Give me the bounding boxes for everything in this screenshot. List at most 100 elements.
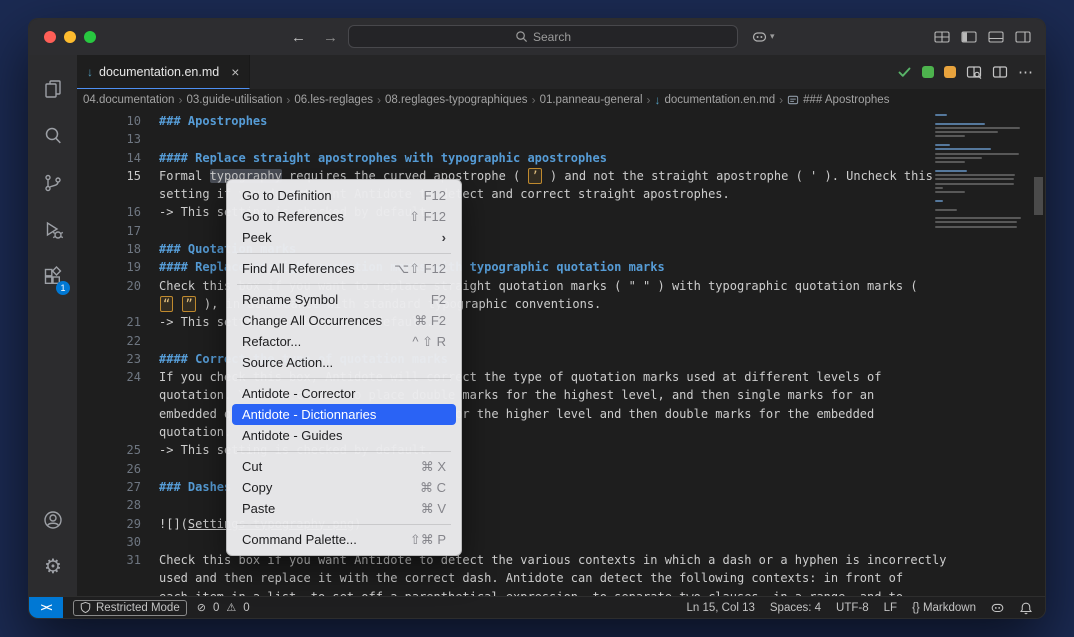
line-number: 27	[77, 478, 141, 496]
sidebar-item-extensions[interactable]: 1	[29, 253, 77, 300]
menu-item-source-action[interactable]: Source Action...	[232, 352, 456, 373]
editor-line[interactable]: used and then replace it with the correc…	[77, 569, 935, 587]
line-number: 20	[77, 277, 141, 295]
statusbar-item[interactable]: Spaces: 4	[770, 602, 821, 614]
editor-line[interactable]: 30	[77, 533, 935, 551]
editor-line[interactable]: 20Check this box if you want to replace …	[77, 277, 935, 295]
minimize-window-button[interactable]	[64, 31, 76, 43]
editor-line[interactable]: 18### Quotation marks	[77, 240, 935, 258]
statusbar-right-items: Ln 15, Col 13 Spaces: 4 UTF-8 LF {} Markdown	[686, 602, 976, 614]
editor-line[interactable]: 13	[77, 130, 935, 148]
editor-line[interactable]: 25-> This setting is checked by default.	[77, 441, 935, 459]
minimap[interactable]	[935, 114, 1027, 230]
editor-line[interactable]: 14#### Replace straight apostrophes with…	[77, 149, 935, 167]
command-center-search[interactable]: Search	[348, 25, 738, 48]
line-number	[77, 386, 141, 404]
statusbar-item[interactable]: Ln 15, Col 13	[686, 602, 754, 614]
scrollbar-thumb[interactable]	[1034, 177, 1043, 215]
editor-line[interactable]: quotation. You can choose to place doubl…	[77, 386, 935, 404]
problems-status[interactable]: ⊘ 0 ⚠ 0	[197, 601, 252, 614]
editor-line[interactable]: 17	[77, 222, 935, 240]
close-tab-icon[interactable]: ×	[231, 64, 239, 80]
editor[interactable]: 10### Apostrophes1314#### Replace straig…	[77, 111, 1045, 596]
zoom-window-button[interactable]	[84, 31, 96, 43]
account-icon	[42, 509, 64, 531]
editor-line[interactable]: 16-> This setting is checked by default.	[77, 203, 935, 221]
breadcrumb-item[interactable]: 01.panneau-general	[540, 94, 643, 106]
menu-item-copy[interactable]: Copy⌘ C	[232, 477, 456, 498]
toggle-primary-sidebar-button[interactable]	[961, 31, 977, 43]
open-preview-button[interactable]	[966, 65, 982, 80]
breadcrumb-item[interactable]: 04.documentation	[83, 94, 174, 106]
menu-item-antidote-corrector[interactable]: Antidote - Corrector	[232, 383, 456, 404]
copilot-status-button[interactable]	[990, 600, 1005, 615]
menu-item-command-palette[interactable]: Command Palette...⇧⌘ P	[232, 529, 456, 550]
breadcrumb-separator-icon: ›	[532, 93, 536, 107]
editor-line[interactable]: quotation.	[77, 423, 935, 441]
menu-item-go-to-definition[interactable]: Go to DefinitionF12	[232, 185, 456, 206]
sidebar-item-source-control[interactable]	[29, 159, 77, 206]
statusbar-item[interactable]: UTF-8	[836, 602, 869, 614]
editor-line[interactable]: 24If you check this box, Antidote will c…	[77, 368, 935, 386]
close-window-button[interactable]	[44, 31, 56, 43]
line-number	[77, 185, 141, 203]
menu-item-peek[interactable]: Peek›	[232, 227, 456, 248]
menu-item-cut[interactable]: Cut⌘ X	[232, 456, 456, 477]
menu-item-go-to-references[interactable]: Go to References⇧ F12	[232, 206, 456, 227]
menu-item-refactor[interactable]: Refactor...^ ⇧ R	[232, 331, 456, 352]
menu-item-change-all-occurrences[interactable]: Change All Occurrences⌘ F2	[232, 310, 456, 331]
toggle-secondary-sidebar-button[interactable]	[1015, 31, 1031, 43]
editor-line[interactable]: 31Check this box if you want Antidote to…	[77, 551, 935, 569]
orange-square-button[interactable]	[944, 66, 956, 78]
restricted-mode-badge[interactable]: Restricted Mode	[73, 600, 187, 616]
customize-layout-button[interactable]	[934, 31, 950, 43]
editor-line[interactable]: 19#### Replace straight quotation marks …	[77, 258, 935, 276]
copilot-menu-button[interactable]: ▾	[751, 28, 775, 45]
menu-item-paste[interactable]: Paste⌘ V	[232, 498, 456, 519]
split-editor-button[interactable]	[992, 65, 1008, 80]
back-button[interactable]: ←	[291, 29, 306, 46]
menu-item-rename-symbol[interactable]: Rename SymbolF2	[232, 289, 456, 310]
menu-separator	[237, 524, 451, 525]
editor-line[interactable]: 10### Apostrophes	[77, 112, 935, 130]
notifications-bell-button[interactable]	[1019, 601, 1033, 615]
editor-line[interactable]: 28	[77, 496, 935, 514]
line-number: 10	[77, 112, 141, 130]
more-actions-button[interactable]: ⋯	[1018, 63, 1033, 81]
breadcrumb-symbol[interactable]: ### Apostrophes	[787, 94, 889, 106]
menu-item-antidote-guides[interactable]: Antidote - Guides	[232, 425, 456, 446]
editor-line[interactable]: 23#### Correct the type of quotation mar…	[77, 350, 935, 368]
remote-indicator[interactable]: ><	[29, 597, 63, 618]
breadcrumb-item[interactable]: 06.les-reglages	[294, 94, 373, 106]
editor-line[interactable]: each item in a list, to set off a parent…	[77, 588, 935, 596]
sidebar-item-settings[interactable]: ⚙	[29, 543, 77, 590]
sidebar-item-account[interactable]	[29, 496, 77, 543]
tab-documentation[interactable]: ↓ documentation.en.md ×	[77, 55, 250, 89]
menu-item-find-all-references[interactable]: Find All References⌥⇧ F12	[232, 258, 456, 279]
editor-line[interactable]: 29![](Settings-typography.png)	[77, 515, 935, 533]
sidebar-item-search[interactable]	[29, 112, 77, 159]
warning-count: 0	[243, 602, 249, 614]
sidebar-item-run-debug[interactable]	[29, 206, 77, 253]
green-square-button[interactable]	[922, 66, 934, 78]
breadcrumb-file[interactable]: ↓documentation.en.md	[655, 93, 776, 107]
editor-line[interactable]: 21-> This setting is checked by default.	[77, 313, 935, 331]
editor-line[interactable]: 15Formal typography requires the curved …	[77, 167, 935, 185]
sidebar-item-explorer[interactable]	[29, 65, 77, 112]
editor-line[interactable]: setting if you do not want Antidote to d…	[77, 185, 935, 203]
statusbar-item[interactable]: LF	[884, 602, 897, 614]
editor-line[interactable]: 27### Dashes	[77, 478, 935, 496]
editor-line[interactable]: embedded quotation, or use single marks …	[77, 405, 935, 423]
editor-line[interactable]: 26	[77, 460, 935, 478]
line-number	[77, 295, 141, 313]
statusbar-item[interactable]: {} Markdown	[912, 602, 976, 614]
menu-item-antidote-dictionnaries[interactable]: Antidote - Dictionnaries	[232, 404, 456, 425]
editor-line[interactable]: “ ” ), in accordance with standard typog…	[77, 295, 935, 313]
breadcrumb-item[interactable]: 08.reglages-typographiques	[385, 94, 528, 106]
forward-button[interactable]: →	[323, 29, 338, 46]
editor-line[interactable]: 22	[77, 332, 935, 350]
toggle-panel-button[interactable]	[988, 31, 1004, 43]
editor-scrollbar[interactable]	[1031, 111, 1045, 596]
check-button[interactable]	[897, 65, 912, 79]
breadcrumb-item[interactable]: 03.guide-utilisation	[186, 94, 282, 106]
